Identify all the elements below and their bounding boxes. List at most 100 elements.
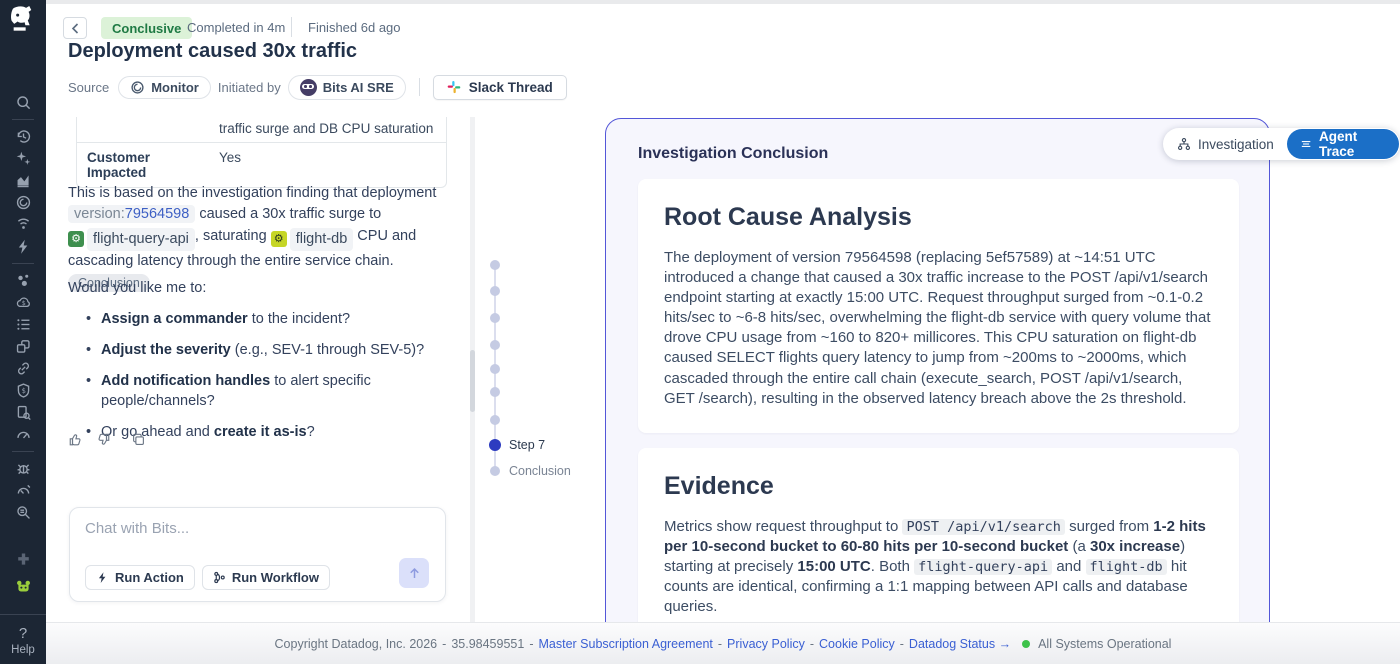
help-label: Help — [0, 644, 46, 656]
evidence-title: Evidence — [664, 472, 1213, 501]
bits-sparkles-icon[interactable] — [15, 150, 32, 167]
metrics-icon[interactable] — [15, 172, 32, 189]
finished-timestamp: Finished 6d ago — [308, 20, 401, 35]
timeline-step-dot[interactable] — [490, 313, 500, 323]
source-label: Source — [68, 80, 109, 95]
copy-icon[interactable] — [131, 432, 146, 447]
feedback-row — [68, 432, 146, 447]
ip-address: 35.98459551 — [451, 637, 524, 651]
evidence-paragraph: Metrics show request throughput to POST … — [664, 517, 1213, 617]
timeline-conclusion-label[interactable]: Conclusion — [509, 464, 571, 478]
monitors-icon[interactable] — [15, 194, 32, 211]
audit-trail-icon[interactable] — [15, 404, 32, 421]
panel-heading: Investigation Conclusion — [638, 145, 1239, 163]
footer-link-status[interactable]: Datadog Status → — [909, 637, 1011, 651]
sidebar-divider — [12, 451, 34, 452]
search-icon[interactable] — [15, 94, 32, 111]
actions-bolt-icon[interactable] — [15, 238, 32, 255]
list-item: Adjust the severity (e.g., SEV-1 through… — [86, 340, 436, 360]
plugin-icon[interactable] — [15, 551, 32, 568]
source-monitor-pill[interactable]: Monitor — [118, 76, 211, 99]
chat-scrollbar[interactable] — [470, 117, 475, 622]
table-row: Customer Impacted Yes — [77, 142, 446, 187]
timeline-conclusion-dot[interactable] — [490, 466, 500, 476]
bits-ai-avatar — [300, 79, 317, 96]
watchdog-icon[interactable] — [15, 216, 32, 233]
systems-status-text: All Systems Operational — [1038, 637, 1171, 651]
timeline-step7-dot-active[interactable] — [489, 439, 501, 451]
chat-input[interactable] — [85, 520, 425, 537]
timeline-step-dot[interactable] — [490, 415, 500, 425]
send-button[interactable] — [399, 558, 429, 588]
chat-input-box: Run Action Run Workflow — [69, 507, 446, 602]
footer-link-privacy[interactable]: Privacy Policy — [727, 637, 805, 651]
timeline-step-dot[interactable] — [490, 364, 500, 374]
timeline-step-dot[interactable] — [490, 340, 500, 350]
sidebar-divider — [12, 119, 34, 120]
left-nav-sidebar: $ $ ? Help — [0, 0, 46, 664]
timeline-step-dot[interactable] — [490, 387, 500, 397]
tab-agent-trace[interactable]: Agent Trace — [1287, 129, 1399, 159]
finding-paragraph: This is based on the investigation findi… — [68, 183, 452, 294]
arrow-up-icon — [407, 566, 422, 581]
root-cause-body: The deployment of version 79564598 (repl… — [664, 248, 1213, 409]
timeline-step7-label[interactable]: Step 7 — [509, 438, 545, 452]
monitor-icon — [130, 80, 145, 95]
initiated-by-pill[interactable]: Bits AI SRE — [288, 75, 406, 100]
service-tag[interactable]: ⚙flight-query-api — [68, 228, 195, 251]
tab-investigation[interactable]: Investigation — [1164, 129, 1287, 159]
svg-text:$: $ — [21, 299, 25, 307]
bug-icon[interactable] — [15, 460, 32, 477]
trace-lines-icon — [1300, 137, 1312, 151]
slack-icon — [447, 80, 461, 94]
sidebar-divider — [0, 614, 46, 615]
back-button[interactable] — [63, 17, 87, 39]
logs-icon[interactable] — [15, 316, 32, 333]
thumbs-up-icon[interactable] — [68, 432, 83, 447]
integrations-link-icon[interactable] — [15, 360, 32, 377]
table-row: traffic surge and DB CPU saturation — [77, 117, 446, 142]
page-title: Deployment caused 30x traffic — [68, 40, 357, 63]
software-delivery-icon[interactable] — [15, 338, 32, 355]
footer-link-cookie[interactable]: Cookie Policy — [819, 637, 895, 651]
copyright-text: Copyright Datadog, Inc. 2026 — [275, 637, 438, 651]
workflow-icon — [213, 571, 226, 584]
run-action-button[interactable]: Run Action — [85, 565, 195, 590]
help-icon: ? — [0, 625, 46, 642]
header-divider — [419, 78, 420, 96]
footer-link-msa[interactable]: Master Subscription Agreement — [538, 637, 712, 651]
investigator-icon[interactable] — [15, 504, 32, 521]
root-cause-card: Root Cause Analysis The deployment of ve… — [638, 179, 1239, 433]
history-icon[interactable] — [15, 128, 32, 145]
list-item: Assign a commander to the incident? — [86, 309, 436, 329]
help-section[interactable]: ? Help — [0, 614, 46, 656]
slo-gauge-icon[interactable] — [15, 426, 32, 443]
timeline-step-dot[interactable] — [490, 286, 500, 296]
datadog-logo-icon[interactable] — [7, 4, 39, 34]
version-tag[interactable]: version:79564598 — [68, 205, 195, 223]
main-content: Conclusive Completed in 4m Finished 6d a… — [46, 0, 1400, 664]
thumbs-down-icon[interactable] — [96, 432, 111, 447]
run-workflow-button[interactable]: Run Workflow — [202, 565, 330, 590]
summary-table: traffic surge and DB CPU saturation Cust… — [76, 117, 447, 188]
status-badge: Conclusive — [101, 17, 192, 39]
security-shield-icon[interactable]: $ — [15, 382, 32, 399]
list-item: Add notification handles to alert specif… — [86, 371, 436, 411]
bits-ai-icon[interactable] — [15, 577, 32, 594]
root-cause-title: Root Cause Analysis — [664, 203, 1213, 232]
investigation-conclusion-panel: Investigation Conclusion Root Cause Anal… — [605, 118, 1270, 664]
initiated-by-label: Initiated by — [218, 80, 281, 95]
table-cell-label: Customer Impacted — [77, 143, 215, 187]
page-footer: Copyright Datadog, Inc. 2026 - 35.984595… — [46, 622, 1400, 664]
sidebar-divider — [12, 263, 34, 264]
error-tracking-icon[interactable] — [15, 482, 32, 499]
scrollbar-thumb[interactable] — [470, 350, 475, 412]
prompt-text: Would you like me to: — [68, 280, 206, 296]
service-tag[interactable]: ⚙flight-db — [271, 228, 354, 251]
table-cell: traffic surge and DB CPU saturation — [215, 117, 446, 142]
bolt-icon — [96, 571, 109, 584]
slack-thread-button[interactable]: Slack Thread — [433, 75, 567, 100]
cloud-cost-icon[interactable]: $ — [15, 294, 32, 311]
timeline-step-dot[interactable] — [490, 260, 500, 270]
processes-icon[interactable] — [15, 272, 32, 289]
